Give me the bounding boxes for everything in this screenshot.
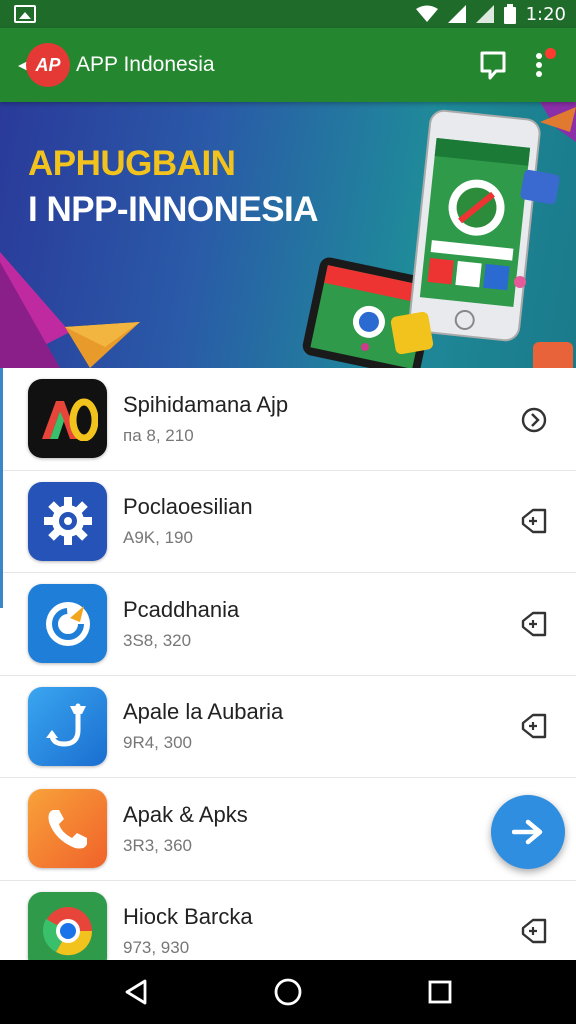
- fishhook-icon: [28, 686, 107, 766]
- install-icon: [521, 611, 547, 636]
- notification-dot: [545, 48, 556, 59]
- app-bar: AP APP Indonesia: [0, 28, 576, 102]
- arrow-right-icon: [512, 819, 543, 845]
- list-item[interactable]: Pcaddhania 3S8, 320: [0, 573, 576, 676]
- bookmark-icon: [480, 51, 506, 80]
- banner-subheadline: I NPP-INNONESIA: [28, 190, 319, 229]
- scroll-indicator: [0, 368, 3, 608]
- overflow-menu-button[interactable]: [516, 42, 562, 88]
- app-list: Spihidamana Ajp па 8, 210 Poclaoesilian …: [0, 368, 576, 960]
- gear-icon: [28, 481, 107, 561]
- app-name: Apale la Aubaria: [123, 699, 284, 725]
- status-time: 1:20: [525, 3, 566, 25]
- install-icon: [521, 919, 547, 944]
- chrome-icon: [28, 891, 107, 960]
- banner-art: [0, 102, 576, 368]
- list-item[interactable]: Hiock Barcka 973, 930: [0, 881, 576, 960]
- promo-banner[interactable]: APHUGBAIN I NPP-INNONESIA: [0, 102, 576, 368]
- app-name: Hiock Barcka: [123, 904, 253, 930]
- banner-headline: APHUGBAIN: [28, 144, 236, 183]
- share-icon: [521, 407, 547, 432]
- install-button[interactable]: [514, 501, 554, 541]
- home-button[interactable]: [258, 962, 318, 1022]
- share-button[interactable]: [514, 399, 554, 439]
- install-icon: [521, 714, 547, 739]
- signal-icon: [447, 5, 466, 23]
- back-button[interactable]: [106, 962, 166, 1022]
- install-button[interactable]: [514, 706, 554, 746]
- install-button[interactable]: [514, 911, 554, 951]
- phone-icon: [28, 789, 107, 869]
- app-meta: A9K, 190: [123, 528, 193, 548]
- back-triangle-icon: [125, 979, 147, 1005]
- refresh-icon: [28, 584, 107, 664]
- list-item[interactable]: Poclaoesilian A9K, 190: [0, 471, 576, 573]
- app-meta: 3S8, 320: [123, 630, 192, 650]
- wifi-icon: [415, 5, 438, 22]
- status-bar: 1:20: [0, 0, 576, 28]
- app-meta: па 8, 210: [123, 425, 194, 445]
- app-meta: 9R4, 300: [123, 733, 192, 753]
- app-title: APP Indonesia: [76, 53, 215, 76]
- home-circle-icon: [274, 978, 302, 1006]
- app-name: Poclaoesilian: [123, 494, 253, 520]
- app-meta: 3R3, 360: [123, 835, 192, 855]
- ao-logo-icon: [28, 379, 107, 459]
- install-button[interactable]: [514, 604, 554, 644]
- next-fab-button[interactable]: [491, 795, 565, 869]
- app-name: Apak & Apks: [123, 801, 248, 827]
- bookmark-button[interactable]: [470, 42, 516, 88]
- system-nav-bar: [0, 960, 576, 1024]
- app-meta: 973, 930: [123, 938, 190, 958]
- install-icon: [521, 509, 547, 534]
- list-item[interactable]: Spihidamana Ajp па 8, 210: [0, 368, 576, 471]
- battery-icon: [503, 4, 516, 24]
- signal-icon-2: [475, 5, 494, 23]
- app-name: Pcaddhania: [123, 596, 240, 622]
- app-name: Spihidamana Ajp: [123, 391, 289, 417]
- app-logo: AP: [18, 41, 70, 89]
- more-vert-icon: [536, 53, 542, 77]
- recents-square-icon: [428, 980, 452, 1004]
- recents-button[interactable]: [410, 962, 470, 1022]
- list-item[interactable]: Apale la Aubaria 9R4, 300: [0, 676, 576, 778]
- gallery-notification-icon: [14, 5, 36, 23]
- list-item[interactable]: Apak & Apks 3R3, 360: [0, 778, 576, 881]
